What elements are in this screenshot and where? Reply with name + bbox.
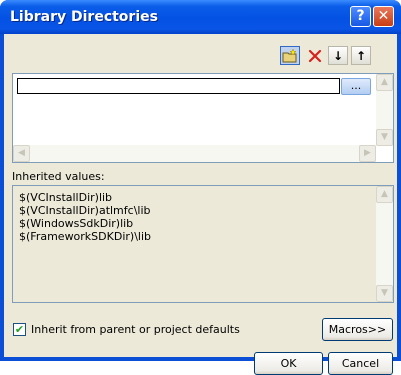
delete-button[interactable] xyxy=(305,46,325,65)
move-up-button[interactable]: ↑ xyxy=(351,46,371,65)
move-down-button[interactable]: ↓ xyxy=(328,46,348,65)
inherited-vscrollbar[interactable]: ▲ ▼ xyxy=(376,186,393,302)
help-button[interactable]: ? xyxy=(350,6,371,27)
inherited-values-label: Inherited values: xyxy=(12,170,105,183)
close-button[interactable]: ✕ xyxy=(373,6,394,27)
scroll-down-icon[interactable]: ▼ xyxy=(376,285,393,302)
directory-entry-input[interactable] xyxy=(17,78,340,94)
directory-list[interactable]: ... ▲ ▼ ◀ ▶ xyxy=(12,73,394,163)
arrow-up-icon: ↑ xyxy=(355,48,367,63)
delete-x-icon xyxy=(308,49,322,62)
dialog-body: ↓ ↑ ... ▲ ▼ ◀ ▶ Inherited values: $(VCIn… xyxy=(4,34,397,375)
inherited-value-line: $(VCInstallDir)lib xyxy=(19,191,113,204)
scroll-up-icon[interactable]: ▲ xyxy=(376,74,393,91)
window-title: Library Directories xyxy=(10,9,158,25)
macros-button[interactable]: Macros>> xyxy=(322,318,393,341)
browse-button[interactable]: ... xyxy=(341,78,371,95)
inherited-value-line: $(VCInstallDir)atlmfc\lib xyxy=(19,204,151,217)
scroll-left-icon[interactable]: ◀ xyxy=(13,145,30,162)
scroll-down-icon[interactable]: ▼ xyxy=(376,129,393,146)
title-bar[interactable]: Library Directories ? ✕ xyxy=(0,0,401,34)
ok-button[interactable]: OK xyxy=(254,352,323,375)
inherited-value-line: $(WindowsSdkDir)lib xyxy=(19,217,134,230)
scroll-up-icon[interactable]: ▲ xyxy=(376,186,393,203)
directory-list-vscrollbar[interactable]: ▲ ▼ xyxy=(376,74,393,146)
inherit-checkbox[interactable]: ✔ xyxy=(13,323,26,336)
new-folder-icon xyxy=(282,48,297,62)
scroll-right-icon[interactable]: ▶ xyxy=(359,145,376,162)
cancel-button[interactable]: Cancel xyxy=(328,352,393,375)
inherit-checkbox-label[interactable]: Inherit from parent or project defaults xyxy=(31,323,240,336)
new-line-button[interactable] xyxy=(280,46,300,65)
directory-list-hscrollbar[interactable]: ◀ ▶ xyxy=(13,145,376,162)
dialog-window: Library Directories ? ✕ ↓ ↑ ... ▲ ▼ ◀ ▶ … xyxy=(0,0,401,375)
arrow-down-icon: ↓ xyxy=(332,48,344,63)
inherited-value-line: $(FrameworkSDKDir)\lib xyxy=(19,230,151,243)
inherited-values-box: $(VCInstallDir)lib $(VCInstallDir)atlmfc… xyxy=(12,185,394,303)
